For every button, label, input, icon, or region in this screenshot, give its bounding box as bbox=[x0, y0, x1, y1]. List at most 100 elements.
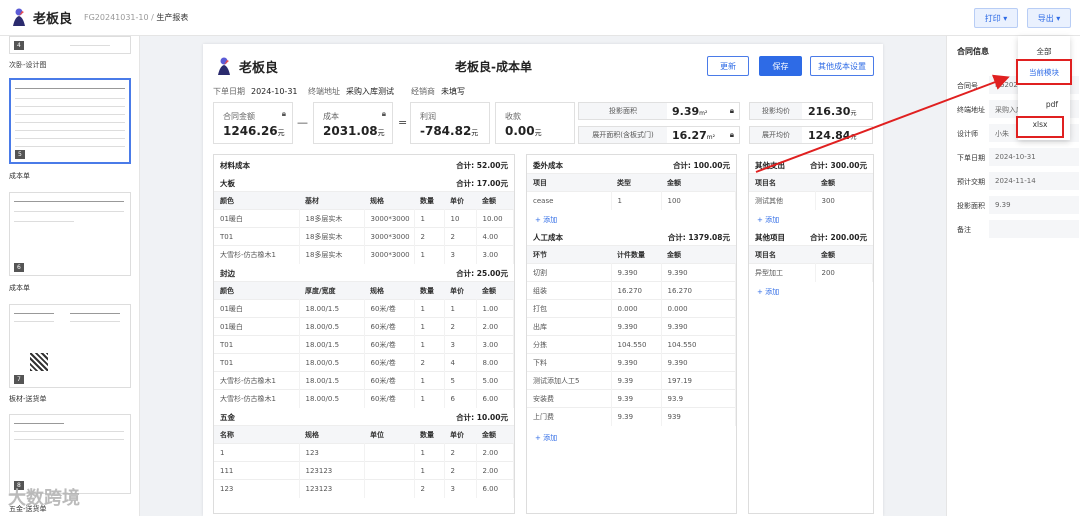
add-other-items-button[interactable]: + 添加 bbox=[757, 287, 779, 297]
table-row[interactable]: 01暖白 18.00/0.5 60米/卷 1 2 2.00 bbox=[214, 317, 514, 336]
table-cell: 18多层实木 bbox=[299, 227, 365, 246]
profit-label: 利润 bbox=[420, 112, 436, 121]
contract-field-value[interactable] bbox=[989, 220, 1079, 238]
watermark-text: 大数跨境 bbox=[8, 488, 80, 509]
highlight-box-current-module bbox=[1016, 59, 1072, 85]
lock-icon[interactable]: 🔒︎ bbox=[282, 109, 286, 119]
breadcrumb-doc-id[interactable]: FG20241031-10 bbox=[84, 13, 149, 22]
contract-field-value[interactable]: 9.39 bbox=[989, 196, 1079, 214]
table-cell: 93.9 bbox=[661, 389, 736, 408]
table-row[interactable]: 出库 9.390 9.390 bbox=[527, 317, 736, 336]
contract-field-value[interactable]: 2024-10-31 bbox=[989, 148, 1079, 166]
table-row[interactable]: 123 123123 2 3 6.00 bbox=[214, 479, 514, 498]
table-cell: cease bbox=[527, 191, 612, 210]
table-row[interactable]: 异型加工 200 bbox=[749, 263, 873, 282]
material-cost-title: 材料成本 bbox=[220, 161, 250, 170]
table-row[interactable]: 测试添加人工5 9.39 197.19 bbox=[527, 371, 736, 390]
column-header: 单价 bbox=[444, 425, 476, 444]
table-row[interactable]: 01暖白 18.00/1.5 60米/卷 1 1 1.00 bbox=[214, 299, 514, 318]
other-expense-table: 项目名 金额 测试其他 300 bbox=[749, 173, 873, 210]
projection-avg-label: 投影均价 bbox=[750, 103, 802, 119]
cost-sheet-document: 老板良 老板良-成本单 更新 保存 其他成本设置 下单日期 2024-10-31 … bbox=[203, 44, 883, 516]
table-cell: 3.00 bbox=[476, 245, 514, 264]
table-row[interactable]: 大雪杉-仿古橡木1 18多层实木 3000*3000 1 3 3.00 bbox=[214, 245, 514, 264]
table-row[interactable]: cease 1 100 bbox=[527, 191, 736, 210]
table-cell: 4.00 bbox=[476, 227, 514, 246]
thumbnail-page-5[interactable]: 5 bbox=[9, 78, 131, 164]
print-button[interactable]: 打印 ▾ bbox=[974, 8, 1018, 28]
column-header: 规格 bbox=[299, 425, 364, 444]
table-row[interactable]: 打包 0.000 0.000 bbox=[527, 299, 736, 318]
table-cell: 2 bbox=[444, 443, 477, 462]
table-cell: 18.00/1.5 bbox=[299, 371, 365, 390]
table-row[interactable]: 大雪杉-仿古橡木1 18.00/0.5 60米/卷 1 6 6.00 bbox=[214, 389, 514, 408]
column-header: 数量 bbox=[414, 191, 444, 210]
thumbnail-page-7[interactable]: 7 bbox=[9, 304, 131, 388]
thumbnail-label: 成本单 bbox=[9, 284, 30, 292]
table-row[interactable]: 分拣 104.550 104.550 bbox=[527, 335, 736, 354]
table-cell: 2 bbox=[414, 227, 445, 246]
table-row[interactable]: 大雪杉-仿古橡木1 18.00/1.5 60米/卷 1 5 5.00 bbox=[214, 371, 514, 390]
table-row[interactable]: 下料 9.390 9.390 bbox=[527, 353, 736, 372]
lock-icon[interactable]: 🔒︎ bbox=[730, 106, 734, 116]
table-cell: 9.39 bbox=[611, 407, 662, 426]
table-cell: 60米/卷 bbox=[364, 317, 415, 336]
terminal-address: 终端地址 采购入库测试 bbox=[308, 86, 394, 97]
export-button[interactable]: 导出 ▾ bbox=[1027, 8, 1071, 28]
order-date-value: 2024-10-31 bbox=[251, 87, 298, 96]
page-thumbnail-list[interactable]: 4 次卧-设计图 5 成本单 6 成本单 7 板材-送货单 8 五金-送货单 bbox=[0, 36, 140, 516]
table-row[interactable]: T01 18.00/1.5 60米/卷 1 3 3.00 bbox=[214, 335, 514, 354]
table-cell: 9.39 bbox=[611, 389, 662, 408]
column-header: 单价 bbox=[444, 281, 476, 300]
other-cost-settings-button[interactable]: 其他成本设置 bbox=[810, 56, 874, 76]
export-option-pdf[interactable]: pdf bbox=[1026, 100, 1078, 109]
thumbnail-page-8[interactable]: 8 bbox=[9, 414, 131, 494]
contract-field-label: 预计交期 bbox=[957, 178, 985, 186]
dealer-label: 经销商 bbox=[411, 87, 435, 96]
table-row[interactable]: 上门费 9.39 939 bbox=[527, 407, 736, 426]
table-cell: 3000*3000 bbox=[364, 227, 415, 246]
thumbnail-page-6[interactable]: 6 bbox=[9, 192, 131, 276]
add-labor-button[interactable]: + 添加 bbox=[535, 433, 557, 443]
save-button[interactable]: 保存 bbox=[759, 56, 802, 76]
outsource-header: 委外成本 合计: 100.00元 bbox=[527, 155, 736, 173]
other-expense-total: 合计: 300.00元 bbox=[809, 161, 867, 170]
table-cell: 18.00/0.5 bbox=[299, 389, 365, 408]
add-other-expense-button[interactable]: + 添加 bbox=[757, 215, 779, 225]
lock-icon[interactable]: 🔒︎ bbox=[382, 109, 386, 119]
export-option-all[interactable]: 全部 bbox=[1018, 46, 1070, 57]
highlight-box-xlsx bbox=[1016, 116, 1064, 138]
table-cell: 01暖白 bbox=[214, 209, 300, 228]
update-button[interactable]: 更新 bbox=[707, 56, 749, 76]
column-header: 金额 bbox=[476, 425, 514, 444]
document-logo-text: 老板良 bbox=[239, 60, 279, 76]
table-row[interactable]: T01 18多层实木 3000*3000 2 2 4.00 bbox=[214, 227, 514, 246]
column-header: 数量 bbox=[414, 425, 444, 444]
table-row[interactable]: 安装费 9.39 93.9 bbox=[527, 389, 736, 408]
document-logo: 老板良 bbox=[215, 56, 278, 76]
other-items-title: 其他项目 bbox=[755, 233, 785, 242]
table-cell: 60米/卷 bbox=[364, 371, 415, 390]
table-row[interactable]: T01 18.00/0.5 60米/卷 2 4 8.00 bbox=[214, 353, 514, 372]
table-row[interactable]: 切割 9.390 9.390 bbox=[527, 263, 736, 282]
logo-icon bbox=[13, 8, 25, 26]
table-cell: 18多层实木 bbox=[299, 245, 365, 264]
contract-field-value[interactable]: 2024-11-14 bbox=[989, 172, 1079, 190]
table-row[interactable]: 01暖白 18多层实木 3000*3000 1 10 10.00 bbox=[214, 209, 514, 228]
table-row[interactable]: 1 123 1 2 2.00 bbox=[214, 443, 514, 462]
lock-icon[interactable]: 🔒︎ bbox=[730, 130, 734, 140]
outsource-title: 委外成本 bbox=[533, 161, 563, 170]
unfold-area-value: 16.27m² bbox=[672, 129, 716, 142]
unfold-area-label: 展开面积(含板式门) bbox=[579, 127, 667, 143]
table-cell: 5.00 bbox=[476, 371, 514, 390]
breadcrumb: FG20241031-10 / 生产报表 bbox=[84, 12, 188, 23]
thumbnail-page-4[interactable]: 4 bbox=[9, 36, 131, 54]
table-row[interactable]: 测试其他 300 bbox=[749, 191, 873, 210]
column-header: 颜色 bbox=[214, 191, 299, 210]
logo-icon bbox=[218, 57, 230, 75]
table-row[interactable]: 111 123123 1 2 2.00 bbox=[214, 461, 514, 480]
table-row[interactable]: 组装 16.270 16.270 bbox=[527, 281, 736, 300]
add-outsource-button[interactable]: + 添加 bbox=[535, 215, 557, 225]
column-header: 类型 bbox=[611, 173, 661, 192]
table-cell bbox=[364, 443, 415, 462]
